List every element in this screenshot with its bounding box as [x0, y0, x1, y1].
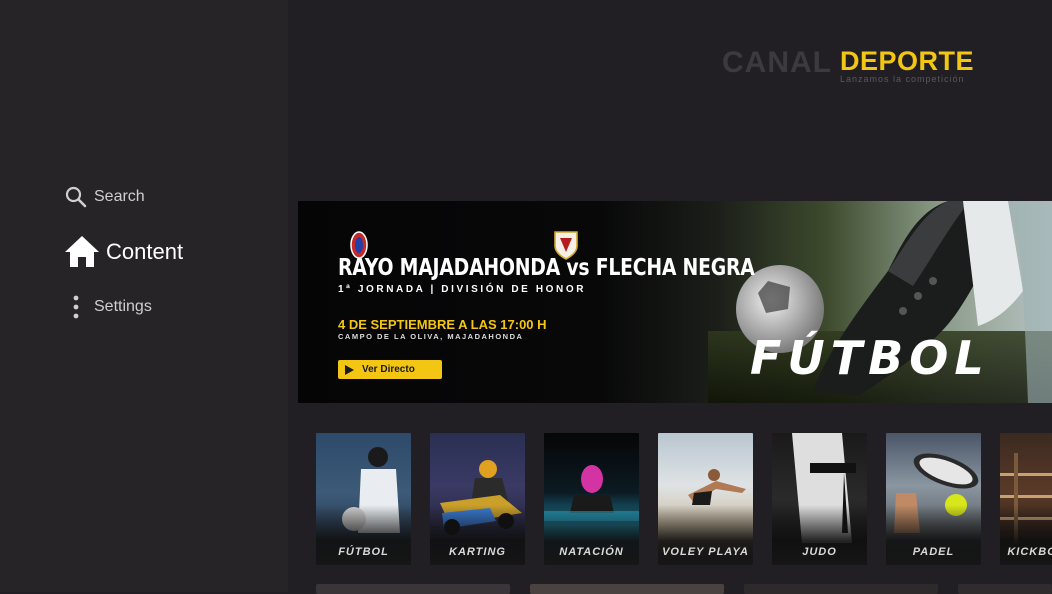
match-title: RAYO MAJADAHONDA vs FLECHA NEGRA	[338, 255, 755, 281]
sidebar-item-label: Search	[94, 188, 145, 205]
featured-banner[interactable]: RAYO MAJADAHONDA vs FLECHA NEGRA 1ª JORN…	[298, 201, 1052, 403]
search-icon	[64, 185, 88, 209]
category-label: VOLEY PLAYA	[662, 546, 749, 558]
next-row-card[interactable]	[316, 584, 510, 594]
brand-logo: CANAL DEPORTE Lanzamos la competición	[722, 44, 992, 86]
category-card-kickboxing[interactable]: KICKBOXING	[1000, 433, 1052, 565]
sidebar-item-label: Settings	[94, 298, 152, 315]
category-card-karting[interactable]: KARTING	[430, 433, 525, 565]
match-venue: CAMPO DE LA OLIVA, MAJADAHONDA	[338, 332, 524, 341]
category-card-padel[interactable]: PADEL	[886, 433, 981, 565]
next-row-card[interactable]	[958, 584, 1052, 594]
next-row-card[interactable]	[744, 584, 938, 594]
sidebar: Search Content Settings	[0, 0, 288, 592]
logo-canal-text: CANAL	[722, 46, 832, 79]
match-date: 4 DE SEPTIEMBRE A LAS 17:00 H	[338, 317, 547, 332]
category-label: JUDO	[802, 546, 837, 558]
sidebar-item-content[interactable]: Content	[64, 235, 183, 269]
sidebar-item-settings[interactable]: Settings	[64, 294, 152, 320]
category-label: KICKBOXING	[1007, 546, 1052, 558]
watch-live-button[interactable]: Ver Directo	[338, 360, 442, 379]
sidebar-item-search[interactable]: Search	[64, 185, 145, 209]
more-vertical-icon	[64, 294, 88, 320]
category-label: FÚTBOL	[338, 546, 389, 558]
watch-live-label: Ver Directo	[362, 364, 415, 375]
category-carousel: FÚTBOL KARTING NATACIÓN VOLEY PLAYA JUDO…	[316, 433, 1052, 565]
sidebar-item-label: Content	[106, 239, 184, 264]
play-icon	[345, 364, 354, 375]
logo-deporte-text: DEPORTE	[840, 46, 975, 76]
category-card-voley-playa[interactable]: VOLEY PLAYA	[658, 433, 753, 565]
category-card-natacion[interactable]: NATACIÓN	[544, 433, 639, 565]
category-label: NATACIÓN	[559, 546, 624, 558]
category-card-judo[interactable]: JUDO	[772, 433, 867, 565]
category-label: KARTING	[449, 546, 506, 558]
sport-big-title: FÚTBOL	[750, 331, 990, 385]
logo-tagline: Lanzamos la competición	[840, 74, 965, 84]
match-subtitle: 1ª JORNADA | DIVISIÓN DE HONOR	[338, 284, 587, 295]
category-card-futbol[interactable]: FÚTBOL	[316, 433, 411, 565]
category-label: PADEL	[912, 546, 955, 558]
next-row-card[interactable]	[530, 584, 724, 594]
home-icon	[64, 235, 100, 269]
